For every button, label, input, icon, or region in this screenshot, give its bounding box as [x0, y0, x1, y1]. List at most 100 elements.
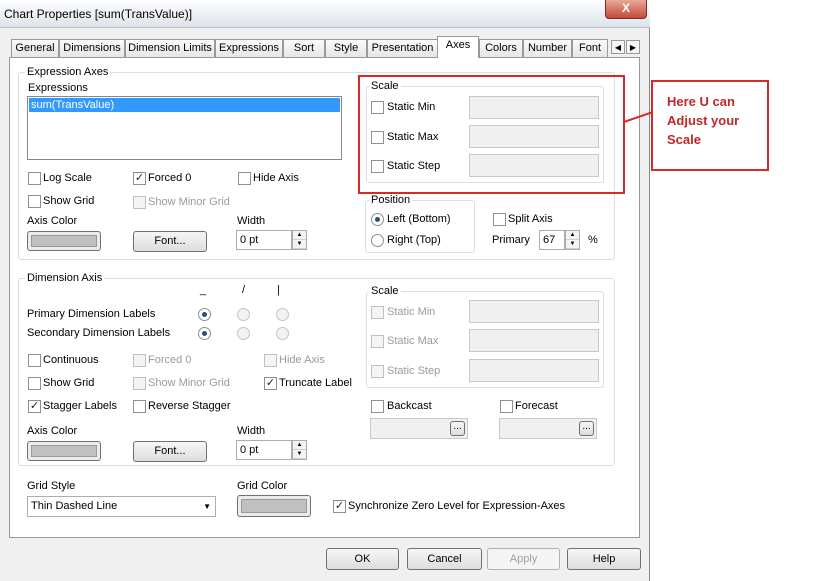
- dimension-font-button[interactable]: Font...: [133, 441, 207, 462]
- show-minor-grid-label: Show Minor Grid: [148, 196, 230, 208]
- tab-scroll-left-icon[interactable]: ◀: [611, 40, 625, 54]
- stagger-labels-label: Stagger Labels: [43, 400, 117, 412]
- tab-style[interactable]: Style: [325, 39, 367, 57]
- primary-vertical-radio[interactable]: [276, 308, 289, 321]
- width-input[interactable]: 0 pt: [236, 230, 292, 250]
- grid-style-label: Grid Style: [27, 480, 76, 492]
- dim-show-grid-checkbox[interactable]: [28, 377, 41, 390]
- secondary-horizontal-radio[interactable]: [198, 327, 211, 340]
- hide-axis-label: Hide Axis: [253, 172, 299, 184]
- grid-color-swatch[interactable]: [237, 495, 311, 517]
- sync-zero-label: Synchronize Zero Level for Expression-Ax…: [348, 500, 566, 512]
- position-left-label: Left (Bottom): [387, 213, 451, 225]
- tab-presentation[interactable]: Presentation: [367, 39, 438, 57]
- position-left-radio[interactable]: [371, 213, 384, 226]
- log-scale-label: Log Scale: [43, 172, 92, 184]
- dim-static-step-checkbox[interactable]: [371, 365, 384, 378]
- dim-width-input[interactable]: 0 pt: [236, 440, 292, 460]
- dim-forced-0-label: Forced 0: [148, 354, 192, 366]
- dim-static-max-field[interactable]: [469, 329, 599, 352]
- hide-axis-checkbox[interactable]: [238, 172, 251, 185]
- sync-zero-checkbox[interactable]: ✓: [333, 500, 346, 513]
- show-minor-grid-checkbox[interactable]: [133, 196, 146, 209]
- dim-hide-axis-label: Hide Axis: [279, 354, 325, 366]
- grid-style-dropdown[interactable]: Thin Dashed Line ▼: [27, 496, 216, 517]
- help-button[interactable]: Help: [567, 548, 641, 570]
- width-spinner[interactable]: ▲ ▼: [292, 230, 307, 250]
- annotation-text: Here U can Adjust your Scale: [667, 94, 740, 147]
- dim-axis-color-swatch[interactable]: [27, 441, 101, 461]
- dim-show-minor-grid-checkbox[interactable]: [133, 377, 146, 390]
- tab-general[interactable]: General: [11, 39, 59, 57]
- secondary-diagonal-radio[interactable]: [237, 327, 250, 340]
- primary-dimension-labels: Primary Dimension Labels: [27, 308, 156, 320]
- orient-vertical-header: |: [277, 284, 280, 296]
- spin-up-icon[interactable]: ▲: [293, 231, 306, 240]
- stagger-labels-checkbox[interactable]: ✓: [28, 400, 41, 413]
- expressions-list[interactable]: sum(TransValue): [27, 96, 342, 160]
- dim-hide-axis-checkbox[interactable]: [264, 354, 277, 367]
- forecast-ellipsis-button[interactable]: ...: [579, 421, 594, 436]
- primary-spinner[interactable]: ▲ ▼: [565, 230, 580, 250]
- title-bar[interactable]: Chart Properties [sum(TransValue)] X: [0, 0, 650, 28]
- tab-font[interactable]: Font: [572, 39, 608, 57]
- backcast-checkbox[interactable]: [371, 400, 384, 413]
- truncate-label-label: Truncate Label: [279, 377, 352, 389]
- dim-static-min-checkbox[interactable]: [371, 306, 384, 319]
- spin-down-icon[interactable]: ▼: [293, 240, 306, 249]
- tab-colors[interactable]: Colors: [479, 39, 523, 57]
- backcast-ellipsis-button[interactable]: ...: [450, 421, 465, 436]
- log-scale-checkbox[interactable]: [28, 172, 41, 185]
- tab-scroll-right-icon[interactable]: ▶: [626, 40, 640, 54]
- forecast-label: Forecast: [515, 400, 558, 412]
- split-axis-checkbox[interactable]: [493, 213, 506, 226]
- dim-width-spinner[interactable]: ▲ ▼: [292, 440, 307, 460]
- expressions-label: Expressions: [28, 82, 88, 94]
- position-right-label: Right (Top): [387, 234, 441, 246]
- spin-up-icon[interactable]: ▲: [566, 231, 579, 240]
- close-button[interactable]: X: [605, 0, 647, 19]
- reverse-stagger-label: Reverse Stagger: [148, 400, 231, 412]
- dim-show-grid-label: Show Grid: [43, 377, 95, 389]
- primary-percent-input[interactable]: 67: [539, 230, 565, 250]
- apply-button[interactable]: Apply: [487, 548, 560, 570]
- spin-down-icon[interactable]: ▼: [566, 240, 579, 249]
- spin-up-icon[interactable]: ▲: [293, 441, 306, 450]
- axis-color-swatch[interactable]: [27, 231, 101, 251]
- spin-down-icon[interactable]: ▼: [293, 450, 306, 459]
- dim-forced-0-checkbox[interactable]: [133, 354, 146, 367]
- position-label: Position: [369, 194, 413, 206]
- expression-font-button[interactable]: Font...: [133, 231, 207, 252]
- cancel-button[interactable]: Cancel: [407, 548, 482, 570]
- continuous-checkbox[interactable]: [28, 354, 41, 367]
- expression-item[interactable]: sum(TransValue): [29, 98, 340, 112]
- tab-dimensions[interactable]: Dimensions: [59, 39, 125, 57]
- tab-axes[interactable]: Axes: [437, 36, 479, 58]
- tab-dimension-limits[interactable]: Dimension Limits: [125, 39, 215, 57]
- forced-0-checkbox[interactable]: ✓: [133, 172, 146, 185]
- forecast-checkbox[interactable]: [500, 400, 513, 413]
- dim-static-step-field[interactable]: [469, 359, 599, 382]
- tab-number[interactable]: Number: [523, 39, 572, 57]
- tab-sort[interactable]: Sort: [283, 39, 325, 57]
- continuous-label: Continuous: [43, 354, 99, 366]
- primary-diagonal-radio[interactable]: [237, 308, 250, 321]
- dim-static-max-checkbox[interactable]: [371, 335, 384, 348]
- position-right-radio[interactable]: [371, 234, 384, 247]
- reverse-stagger-checkbox[interactable]: [133, 400, 146, 413]
- dim-static-max-label: Static Max: [387, 335, 439, 347]
- dimension-scale-label: Scale: [369, 285, 401, 297]
- truncate-label-checkbox[interactable]: ✓: [264, 377, 277, 390]
- ok-button[interactable]: OK: [326, 548, 399, 570]
- secondary-vertical-radio[interactable]: [276, 327, 289, 340]
- dim-static-min-field[interactable]: [469, 300, 599, 323]
- annotation-callout: Here U can Adjust your Scale: [651, 80, 769, 171]
- primary-horizontal-radio[interactable]: [198, 308, 211, 321]
- tab-expressions[interactable]: Expressions: [215, 39, 283, 57]
- primary-label: Primary: [492, 234, 530, 246]
- forced-0-label: Forced 0: [148, 172, 192, 184]
- show-grid-checkbox[interactable]: [28, 195, 41, 208]
- dim-show-minor-grid-label: Show Minor Grid: [148, 377, 230, 389]
- dim-width-label: Width: [237, 425, 266, 437]
- grid-color-label: Grid Color: [237, 480, 288, 492]
